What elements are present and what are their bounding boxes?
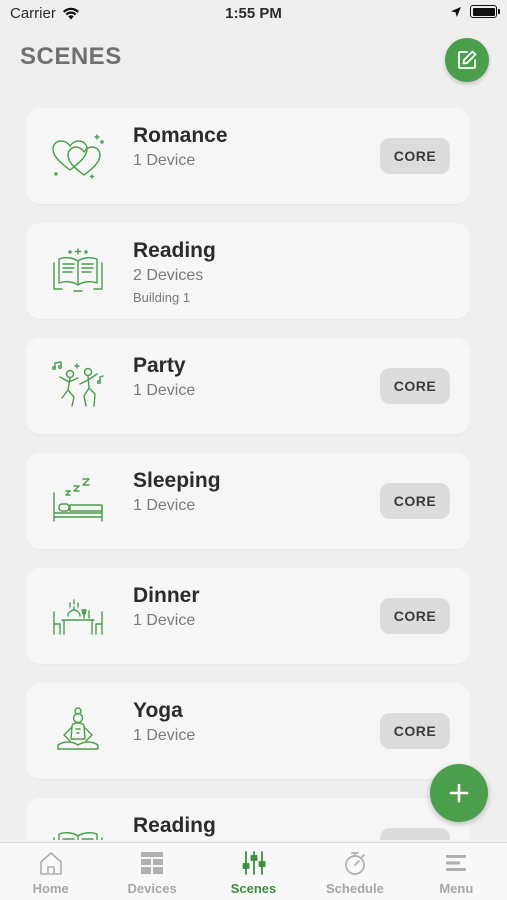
tab-label: Menu (439, 881, 474, 896)
add-scene-button[interactable] (430, 764, 488, 822)
scene-name: Dinner (133, 584, 200, 607)
core-badge[interactable]: CORE (380, 368, 450, 404)
scene-device-count: 1 Device (133, 497, 196, 514)
core-badge[interactable]: CORE (380, 483, 450, 519)
scene-name: Romance (133, 124, 228, 147)
scene-device-count: 1 Device (133, 382, 196, 399)
core-badge[interactable]: CORE (380, 138, 450, 174)
scene-list: Romance 1 Device CORE Reading 2 Devices … (26, 108, 470, 840)
hearts-icon (52, 134, 104, 179)
battery-icon (470, 5, 500, 18)
bed-icon (53, 478, 103, 522)
menu-icon (446, 855, 467, 871)
core-badge[interactable]: CORE (380, 598, 450, 634)
scene-card-party[interactable]: Party 1 Device CORE (26, 338, 470, 434)
scene-location: Building 1 (133, 290, 191, 305)
grid-icon (141, 852, 164, 874)
scene-name: Sleeping (133, 469, 221, 492)
tab-label: Scenes (230, 881, 277, 896)
scene-device-count: 1 Device (133, 727, 196, 744)
stopwatch-icon (345, 852, 365, 875)
tab-bar: Home Devices Scenes Schedule Menu (0, 842, 507, 900)
scene-name: Reading (133, 239, 216, 262)
tab-label: Schedule (326, 881, 384, 896)
dancing-people-icon (52, 361, 104, 407)
tab-home[interactable]: Home (0, 843, 101, 900)
scene-device-count: 2 Devices (133, 267, 204, 284)
status-bar: Carrier 1:55 PM (0, 0, 507, 28)
scene-card-dinner[interactable]: Dinner 1 Device CORE (26, 568, 470, 664)
scene-device-count: 1 Device (133, 612, 196, 629)
scene-card-reading-2[interactable]: Reading (26, 798, 470, 840)
book-icon (53, 248, 103, 292)
scene-card-reading[interactable]: Reading 2 Devices Building 1 (26, 223, 470, 319)
tab-label: Devices (127, 881, 177, 896)
tab-menu[interactable]: Menu (406, 843, 507, 900)
clock: 1:55 PM (225, 5, 282, 22)
tab-schedule[interactable]: Schedule (304, 843, 405, 900)
meditation-icon (57, 707, 99, 750)
dinner-table-icon (53, 599, 103, 635)
scene-device-count: 1 Device (133, 152, 196, 169)
edit-icon (458, 50, 477, 69)
plus-icon (449, 783, 469, 803)
book-icon (53, 831, 103, 840)
tab-devices[interactable]: Devices (101, 843, 202, 900)
home-icon (39, 852, 62, 875)
scene-name: Yoga (133, 699, 183, 722)
page-title: SCENES (20, 43, 122, 70)
core-badge[interactable]: CORE (380, 713, 450, 749)
scene-name: Reading (133, 814, 216, 837)
scene-card-sleeping[interactable]: Sleeping 1 Device CORE (26, 453, 470, 549)
scene-name: Party (133, 354, 186, 377)
location-arrow-icon (451, 6, 461, 17)
tab-scenes[interactable]: Scenes (203, 843, 304, 900)
core-badge[interactable] (380, 828, 450, 840)
tab-label: Home (32, 881, 69, 896)
sliders-icon (242, 851, 265, 875)
scene-card-yoga[interactable]: Yoga 1 Device CORE (26, 683, 470, 779)
scene-card-romance[interactable]: Romance 1 Device CORE (26, 108, 470, 204)
edit-button[interactable] (445, 38, 489, 82)
